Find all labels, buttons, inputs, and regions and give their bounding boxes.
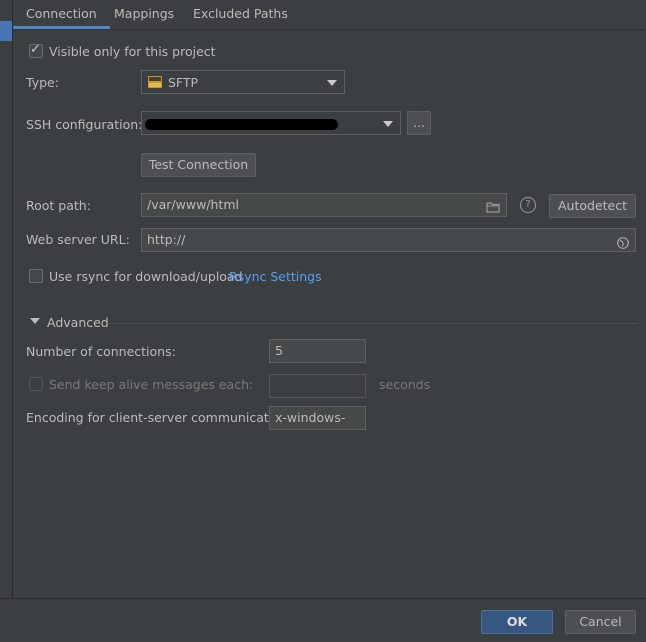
test-connection-button[interactable]: Test Connection bbox=[141, 153, 256, 177]
ssh-config-label: SSH configuration: bbox=[26, 117, 143, 132]
encoding-label: Encoding for client-server communication… bbox=[26, 410, 293, 425]
keepalive-input[interactable] bbox=[269, 374, 366, 398]
root-path-value: /var/www/html bbox=[147, 197, 239, 212]
ssh-config-more-button[interactable]: ... bbox=[407, 111, 431, 135]
connections-value: 5 bbox=[275, 343, 283, 358]
web-url-value: http:// bbox=[147, 232, 186, 247]
visible-only-checkbox[interactable] bbox=[29, 42, 43, 58]
cancel-button[interactable]: Cancel bbox=[565, 610, 636, 634]
type-value: SFTP bbox=[168, 75, 199, 90]
chevron-down-icon bbox=[327, 80, 337, 86]
advanced-separator bbox=[108, 323, 638, 324]
root-path-input[interactable]: /var/www/html bbox=[141, 193, 507, 217]
ok-button[interactable]: OK bbox=[481, 610, 553, 634]
left-panel-strip bbox=[0, 0, 13, 598]
globe-icon[interactable] bbox=[617, 234, 629, 256]
rsync-settings-link[interactable]: Rsync Settings bbox=[229, 268, 322, 286]
tab-bar: Connection Mappings Excluded Paths bbox=[13, 0, 646, 30]
web-url-input[interactable]: http:// bbox=[141, 228, 636, 252]
encoding-input[interactable]: x-windows-949 bbox=[269, 406, 366, 430]
tab-excluded-paths[interactable]: Excluded Paths bbox=[180, 0, 301, 27]
left-panel-selection[interactable] bbox=[0, 21, 12, 41]
keepalive-unit: seconds bbox=[379, 377, 431, 392]
web-url-label: Web server URL: bbox=[26, 232, 130, 247]
type-label: Type: bbox=[26, 75, 59, 90]
type-dropdown[interactable]: SFTP bbox=[141, 70, 345, 94]
root-path-label: Root path: bbox=[26, 198, 91, 213]
keepalive-label: Send keep alive messages each: bbox=[49, 377, 254, 392]
tab-connection[interactable]: Connection bbox=[13, 0, 110, 29]
tab-mappings[interactable]: Mappings bbox=[101, 0, 187, 27]
connections-label: Number of connections: bbox=[26, 344, 176, 359]
visible-only-label: Visible only for this project bbox=[49, 44, 216, 59]
rsync-label: Use rsync for download/upload bbox=[49, 269, 243, 284]
ssh-config-dropdown[interactable] bbox=[141, 111, 401, 135]
redacted-value bbox=[145, 119, 338, 130]
keepalive-checkbox[interactable] bbox=[29, 377, 43, 391]
advanced-title[interactable]: Advanced bbox=[47, 314, 109, 332]
sftp-icon bbox=[148, 76, 162, 88]
collapse-triangle-icon[interactable] bbox=[30, 318, 40, 324]
autodetect-button[interactable]: Autodetect bbox=[549, 194, 636, 218]
connections-input[interactable]: 5 bbox=[269, 339, 366, 363]
encoding-value: x-windows-949 bbox=[275, 410, 346, 425]
rsync-checkbox[interactable] bbox=[29, 269, 43, 283]
dialog-footer: OK Cancel bbox=[0, 598, 646, 642]
help-icon[interactable]: ? bbox=[520, 197, 536, 213]
chevron-down-icon bbox=[383, 121, 393, 127]
folder-icon[interactable] bbox=[486, 198, 500, 220]
